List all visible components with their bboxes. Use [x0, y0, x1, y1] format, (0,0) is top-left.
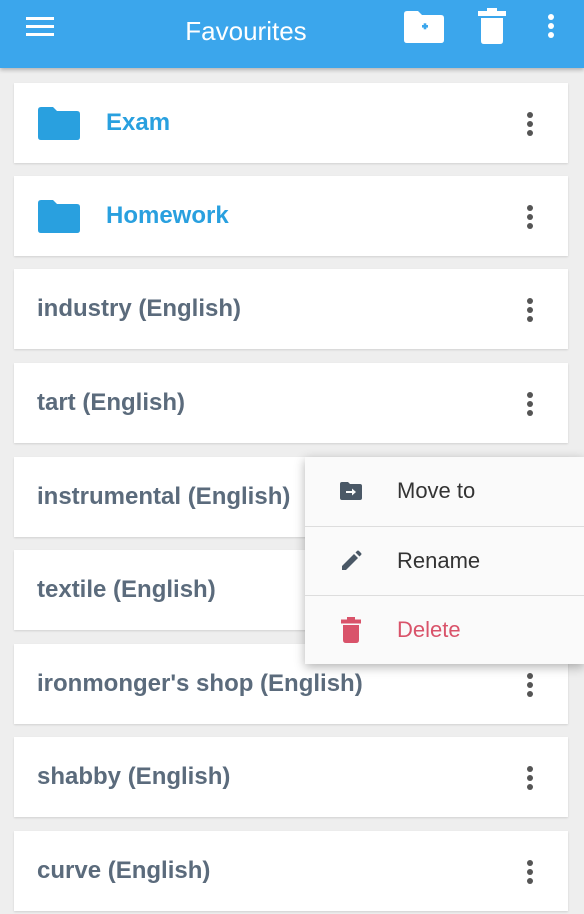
folder-plus-icon — [404, 11, 444, 43]
item-menu-button[interactable] — [518, 763, 542, 793]
more-options-button[interactable] — [536, 8, 566, 44]
word-item[interactable]: curve (English) — [14, 831, 568, 911]
item-menu-button[interactable] — [518, 202, 542, 232]
word-item[interactable]: industry (English) — [14, 269, 568, 349]
rename-menu-item[interactable]: Rename — [305, 526, 584, 595]
folder-item-homework[interactable]: Homework — [14, 176, 568, 256]
more-vertical-icon — [527, 673, 533, 697]
word-label: shabby (English) — [37, 763, 231, 790]
trash-icon — [478, 8, 506, 44]
word-item[interactable]: tart (English) — [14, 363, 568, 443]
move-to-folder-icon — [339, 478, 363, 504]
delete-button[interactable] — [470, 4, 514, 48]
more-vertical-icon — [527, 766, 533, 790]
move-to-label: Move to — [397, 478, 476, 503]
delete-label: Delete — [397, 617, 461, 642]
item-menu-button[interactable] — [518, 670, 542, 700]
word-label: instrumental (English) — [37, 483, 291, 510]
delete-menu-item[interactable]: Delete — [305, 595, 584, 664]
page-title: Favourites — [185, 16, 307, 46]
more-vertical-icon — [548, 14, 554, 38]
rename-label: Rename — [397, 548, 481, 573]
app-bar: Favourites — [0, 0, 584, 68]
folder-icon — [38, 200, 80, 233]
hamburger-icon — [26, 17, 54, 36]
folder-label: Exam — [106, 109, 171, 136]
item-menu-button[interactable] — [518, 109, 542, 139]
more-vertical-icon — [527, 112, 533, 136]
more-vertical-icon — [527, 205, 533, 229]
word-label: tart (English) — [37, 389, 185, 416]
word-label: curve (English) — [37, 857, 211, 884]
more-vertical-icon — [527, 298, 533, 322]
move-to-menu-item[interactable]: Move to — [305, 457, 584, 525]
folder-item-exam[interactable]: Exam — [14, 83, 568, 163]
more-vertical-icon — [527, 392, 533, 416]
item-menu-button[interactable] — [518, 857, 542, 887]
folder-label: Homework — [106, 202, 229, 229]
trash-icon — [339, 617, 363, 643]
word-label: industry (English) — [37, 295, 241, 322]
word-item[interactable]: shabby (English) — [14, 737, 568, 817]
menu-button[interactable] — [18, 8, 62, 44]
folder-icon — [38, 107, 80, 140]
word-label: textile (English) — [37, 576, 216, 603]
pencil-icon — [339, 548, 363, 574]
new-folder-button[interactable] — [400, 4, 448, 48]
item-menu-button[interactable] — [518, 295, 542, 325]
more-vertical-icon — [527, 860, 533, 884]
context-menu: Move to Rename Delete — [305, 457, 584, 664]
item-menu-button[interactable] — [518, 389, 542, 419]
